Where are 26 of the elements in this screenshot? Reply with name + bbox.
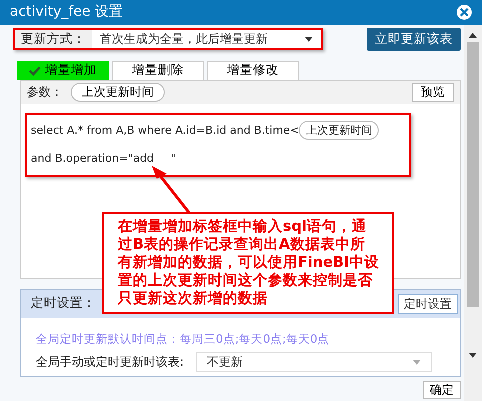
schedule-button[interactable]: 定时设置 (398, 294, 458, 314)
params-label: 参数： (27, 84, 63, 102)
scroll-down-icon[interactable] (469, 353, 477, 358)
default-schedule-note: 全局定时更新默认时间点：每周三0点;每天0点;每天0点 (35, 330, 331, 348)
update-mode-dropdown[interactable]: 更新方式： 首次生成为全量，此后增量更新 (13, 28, 323, 50)
preview-button[interactable]: 预览 (412, 82, 454, 102)
update-option-label: 全局手动或定时更新时该表: (36, 354, 184, 371)
tab[interactable]: 增量修改 (207, 60, 299, 80)
window-title: activity_fee 设置 (10, 3, 124, 22)
callout-note: 在增量增加标签框中输入sql语句，通过B表的操作记录查询出A数据表中所有新增加的数据，可以使用FineBI中设置的上次更新时间这个参数来控制是否只更新这次新增的数据 (102, 212, 394, 314)
caret-icon (305, 36, 313, 42)
tab[interactable]: 增量删除 (112, 60, 204, 80)
check-icon (29, 66, 41, 76)
schedule-label: 定时设置： (31, 294, 96, 312)
caret-icon (413, 360, 422, 364)
scrollbar-thumb[interactable] (467, 42, 479, 307)
param-token[interactable]: 上次更新时间 (299, 121, 380, 140)
scroll-up-icon[interactable] (469, 33, 477, 38)
param-button[interactable]: 上次更新时间 (71, 82, 165, 102)
update-option-dropdown[interactable]: 不更新 (196, 352, 432, 372)
update-now-button[interactable]: 立即更新该表 (367, 28, 461, 51)
close-button[interactable] (457, 5, 472, 20)
close-icon (460, 8, 469, 17)
tab[interactable]: 增量增加 (17, 60, 109, 80)
ok-button[interactable]: 确定 (423, 380, 461, 399)
sql-editor[interactable]: select A.* from A,B where A.id=B.id and B.time< 上次更新时间 and B.operation="add " (25, 112, 411, 177)
